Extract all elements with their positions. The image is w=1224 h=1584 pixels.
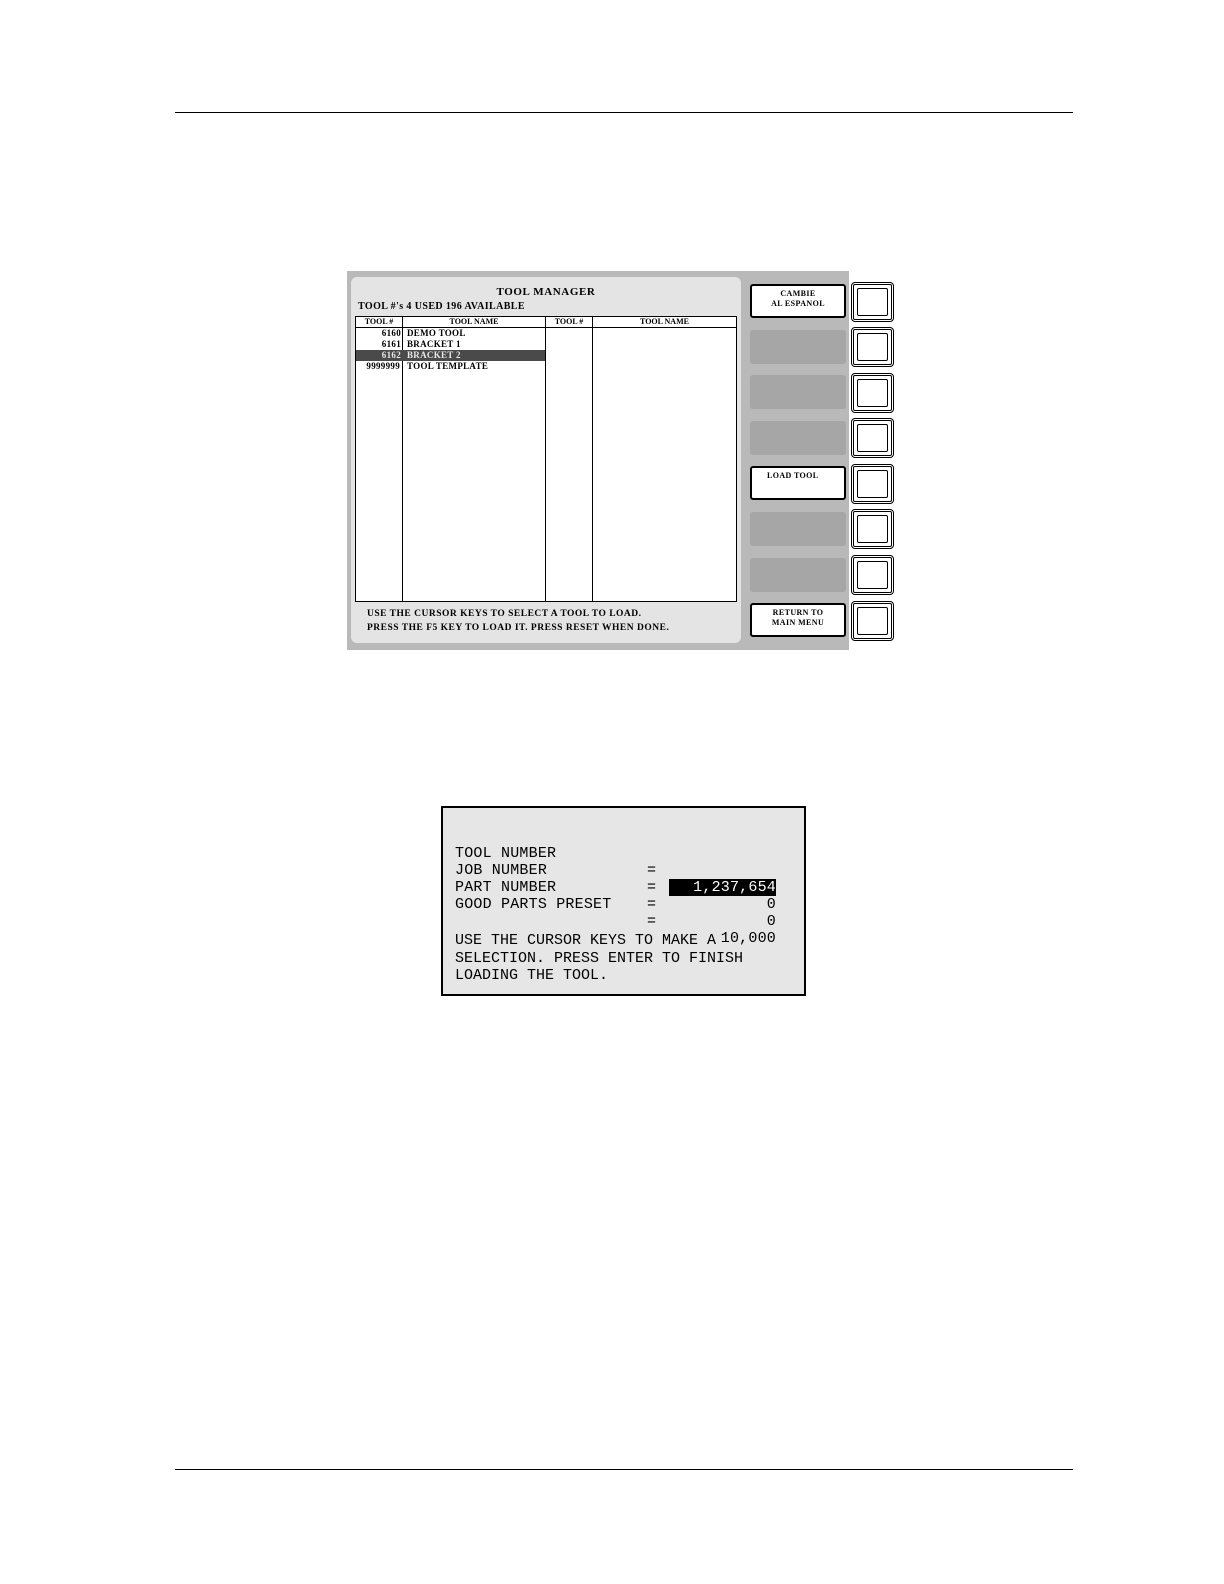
function-key-f8[interactable] [851,601,894,641]
function-key-f5[interactable] [851,464,894,504]
job-number-value[interactable]: 0 [669,896,776,913]
function-key-f7[interactable] [851,555,894,595]
help-line-1: USE THE CURSOR KEYS TO SELECT A TOOL TO … [367,609,642,619]
return-to-main-menu-button[interactable]: RETURN TO MAIN MENU [750,603,846,637]
table-row[interactable]: 6160 DEMO TOOL [356,328,545,339]
cambie-al-espanol-button[interactable]: CAMBIE AL ESPANOL [750,284,846,318]
equals-sign: = [647,913,657,930]
tool-number-cell: 9999999 [366,361,400,371]
tool-number-cell: 6162 [381,350,401,360]
tool-number-value[interactable]: 1,237,654 [669,879,776,896]
button-label-line-2: MAIN MENU [771,618,825,627]
column-header-tool-number: TOOL # [364,317,394,326]
equals-sign: = [647,879,657,896]
button-label-line-1: RETURN TO [772,608,824,617]
table-row[interactable]: 9999999 TOOL TEMPLATE [356,361,545,372]
equals-sign: = [647,862,657,879]
dialog-help-text: USE THE CURSOR KEYS TO MAKE A SELECTION.… [455,932,744,984]
column-header-tool-name: TOOL NAME [449,317,499,326]
load-tool-button[interactable]: LOAD TOOL [750,466,846,500]
screen-title: TOOL MANAGER [496,286,596,298]
tool-count-status: TOOL #'s 4 USED 196 AVAILABLE [358,301,525,312]
button-label-line-1: CAMBIE [780,289,816,298]
column-header-tool-name: TOOL NAME [640,317,689,326]
page-header-rule [175,112,1073,113]
load-tool-dialog: TOOL NUMBER = 1,237,654 JOB NUMBER = 0 P… [441,806,806,996]
help-text: USE THE CURSOR KEYS TO SELECT A TOOL TO … [367,607,669,635]
function-key-f3[interactable] [851,373,894,413]
table-header: TOOL # TOOL NAME [356,317,545,328]
table-row[interactable]: 6161 BRACKET 1 [356,339,545,350]
function-key-f6[interactable] [851,509,894,549]
tool-number-cell: 6160 [381,328,401,338]
softkey-f7-blank [750,558,846,592]
tool-manager-panel: TOOL MANAGER TOOL #'s 4 USED 196 AVAILAB… [351,277,741,643]
function-key-f1[interactable] [851,282,894,322]
column-divider [592,317,593,601]
function-key-f2[interactable] [851,327,894,367]
field-label: GOOD PARTS PRESET [455,896,612,913]
help-line-2: PRESS THE F5 KEY TO LOAD IT. PRESS RESET… [367,623,670,633]
softkey-f4-blank [750,421,846,455]
tool-name-cell: BRACKET 1 [407,339,461,349]
softkey-f6-blank [750,512,846,546]
equals-sign: = [647,896,657,913]
tool-manager-screen: TOOL MANAGER TOOL #'s 4 USED 196 AVAILAB… [347,271,894,650]
tool-number-cell: 6161 [381,339,401,349]
tool-list-left[interactable]: TOOL # TOOL NAME 6160 DEMO TOOL 6161 BRA… [355,316,546,602]
table-header: TOOL # TOOL NAME [546,317,736,328]
table-row-selected[interactable]: 6162 BRACKET 2 [356,350,545,361]
tool-name-cell: TOOL TEMPLATE [407,361,489,371]
page-footer-rule [175,1469,1073,1470]
tool-name-cell: BRACKET 2 [407,350,461,360]
button-label-line-2: AL ESPANOL [771,299,825,308]
tool-name-cell: DEMO TOOL [407,328,466,338]
column-header-tool-number: TOOL # [554,317,584,326]
function-key-f4[interactable] [851,418,894,458]
softkey-f3-blank [750,375,846,409]
part-number-value[interactable]: 0 [669,913,776,930]
softkey-f2-blank [750,330,846,364]
tool-list-right[interactable]: TOOL # TOOL NAME [545,316,737,602]
button-label: LOAD TOOL [767,471,819,480]
